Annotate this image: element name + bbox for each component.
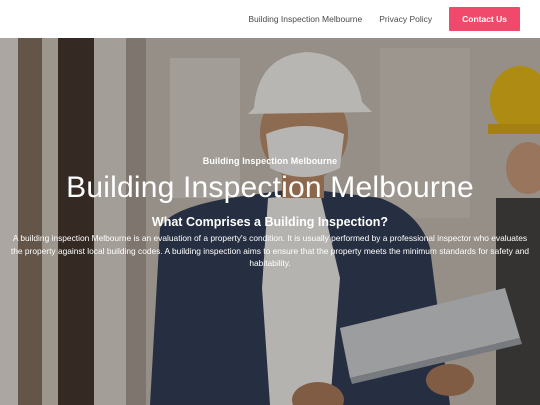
contact-us-button[interactable]: Contact Us	[449, 7, 520, 31]
nav-link-privacy-policy[interactable]: Privacy Policy	[379, 14, 432, 24]
hero-content: Building Inspection Melbourne Building I…	[0, 156, 540, 270]
site-header: Building Inspection Melbourne Privacy Po…	[0, 0, 540, 38]
hero-eyebrow: Building Inspection Melbourne	[202, 156, 338, 166]
hero-subtitle: What Comprises a Building Inspection?	[151, 215, 389, 229]
hero-section: Building Inspection Melbourne Building I…	[0, 38, 540, 405]
hero-title: Building Inspection Melbourne	[66, 171, 474, 204]
nav-link-building-inspection[interactable]: Building Inspection Melbourne	[248, 14, 362, 24]
hero-body-text: A building inspection Melbourne is an ev…	[10, 233, 530, 268]
